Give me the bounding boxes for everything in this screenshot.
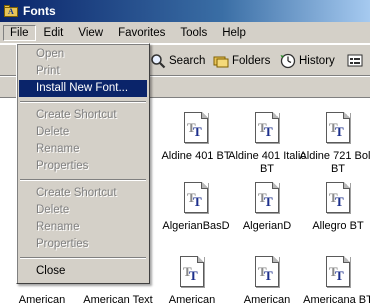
- menu-tools[interactable]: Tools: [173, 25, 214, 41]
- menu-item-rename[interactable]: Rename: [19, 141, 147, 158]
- truetype-font-icon: TT: [324, 112, 352, 144]
- search-label: Search: [169, 55, 206, 67]
- truetype-font-icon: TT: [253, 112, 281, 144]
- menu-item-install-new-font[interactable]: Install New Font...: [19, 80, 147, 97]
- folders-button[interactable]: Folders: [213, 52, 270, 70]
- font-file-label: American Text: [83, 294, 153, 306]
- menu-separator: [20, 179, 146, 181]
- menu-item-rename[interactable]: Rename: [19, 219, 147, 236]
- views-icon: [347, 53, 363, 69]
- search-button[interactable]: Search: [150, 52, 205, 70]
- menu-item-close[interactable]: Close: [19, 263, 147, 280]
- menu-help[interactable]: Help: [215, 25, 253, 41]
- menu-item-open[interactable]: Open: [19, 46, 147, 63]
- title-bar: A Fonts: [0, 0, 370, 22]
- menu-bar: File Edit View Favorites Tools Help: [0, 22, 370, 44]
- file-menu-dropdown: Open Print Install New Font... Create Sh…: [16, 43, 150, 284]
- truetype-font-icon: TT: [182, 112, 210, 144]
- menu-item-properties[interactable]: Properties: [19, 236, 147, 253]
- menu-item-print[interactable]: Print: [19, 63, 147, 80]
- truetype-font-icon: TT: [182, 182, 210, 214]
- history-clock-icon: [280, 53, 296, 69]
- font-file[interactable]: TT American: [150, 256, 234, 307]
- font-file[interactable]: TT Aldine 721 Bold BT: [296, 112, 370, 176]
- menu-view[interactable]: View: [71, 25, 110, 41]
- font-file[interactable]: TT Allegro BT: [296, 182, 370, 233]
- truetype-font-icon: TT: [324, 256, 352, 288]
- truetype-font-icon: TT: [253, 182, 281, 214]
- truetype-font-icon: TT: [178, 256, 206, 288]
- menu-item-create-shortcut[interactable]: Create Shortcut: [19, 107, 147, 124]
- truetype-font-icon: TT: [324, 182, 352, 214]
- menu-separator: [20, 257, 146, 259]
- search-icon: [150, 53, 166, 69]
- font-file-label: American: [168, 294, 216, 306]
- menu-separator: [20, 101, 146, 103]
- menu-item-delete[interactable]: Delete: [19, 124, 147, 141]
- menu-edit[interactable]: Edit: [37, 25, 71, 41]
- view-list-button[interactable]: [347, 52, 366, 70]
- menu-item-create-shortcut[interactable]: Create Shortcut: [19, 185, 147, 202]
- folders-icon: [213, 53, 229, 69]
- menu-favorites[interactable]: Favorites: [111, 25, 172, 41]
- menu-item-properties[interactable]: Properties: [19, 158, 147, 175]
- window-title: Fonts: [23, 4, 56, 18]
- font-file-label: American: [18, 294, 66, 306]
- folders-label: Folders: [232, 55, 271, 67]
- font-file-label: Aldine 721 Bold BT: [299, 150, 370, 175]
- menu-item-delete[interactable]: Delete: [19, 202, 147, 219]
- history-button[interactable]: History: [280, 52, 335, 70]
- font-file[interactable]: TT Americana BT: [296, 256, 370, 307]
- font-file-label: Americana BT: [303, 294, 370, 306]
- menu-file[interactable]: File: [3, 24, 36, 41]
- history-label: History: [299, 55, 335, 67]
- truetype-font-icon: TT: [253, 256, 281, 288]
- font-file-label: Allegro BT: [312, 220, 364, 232]
- fonts-folder-icon: A: [4, 5, 18, 17]
